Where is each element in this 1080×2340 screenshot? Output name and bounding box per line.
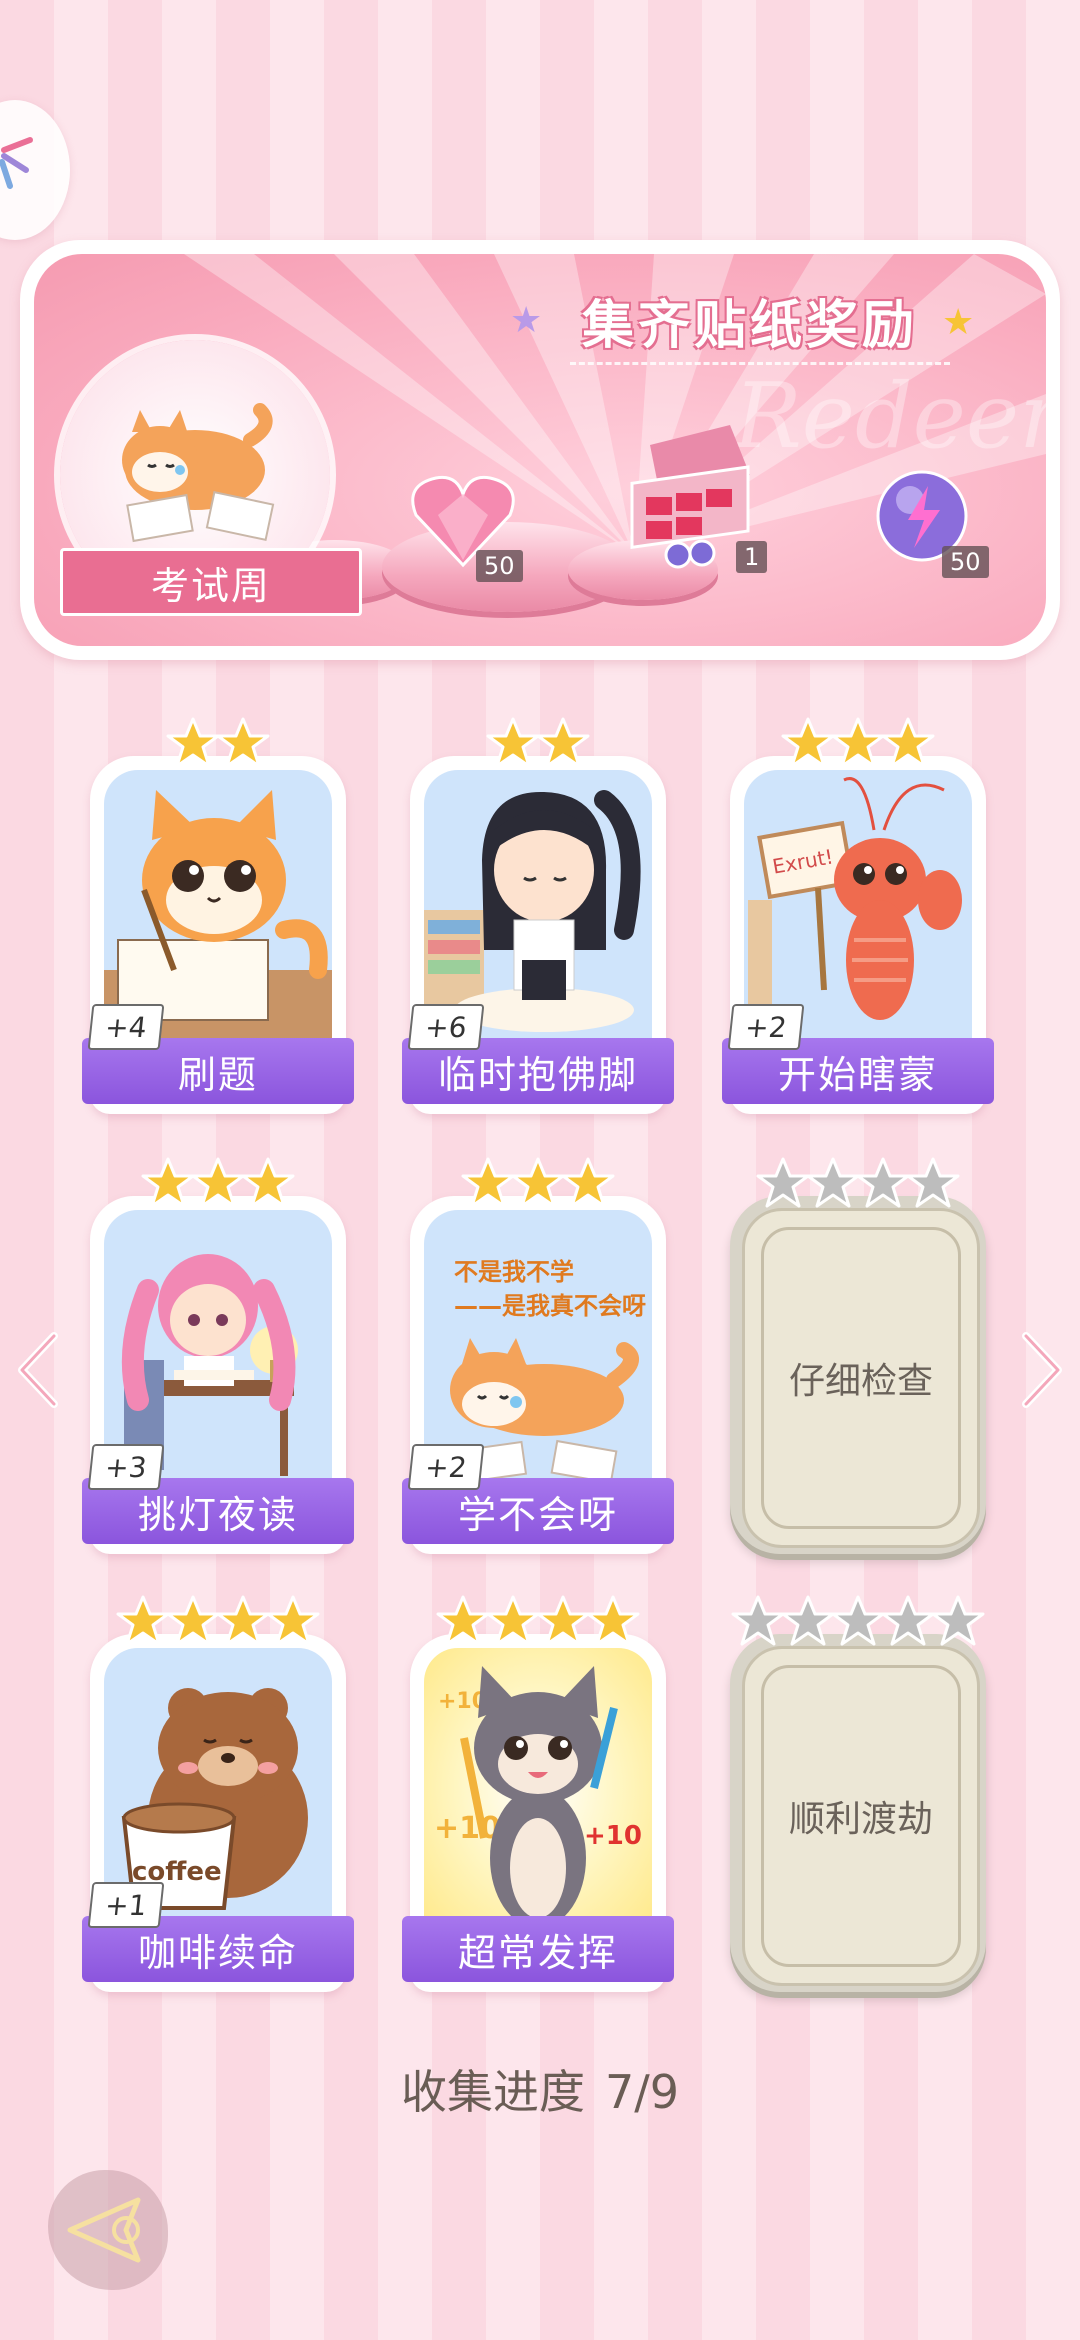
star-icon (241, 1156, 295, 1214)
reward-count: 50 (476, 550, 523, 582)
svg-text:——是我真不会呀: ——是我真不会呀 (454, 1292, 646, 1320)
bonus-badge: +2 (407, 1444, 485, 1490)
star-icon (881, 716, 935, 774)
bonus-badge: +1 (87, 1882, 165, 1928)
svg-text:+10: +10 (434, 1811, 501, 1846)
sticker-card[interactable]: coffee 咖啡续命 +1 (82, 1595, 354, 1992)
star-deco-icon: ★ (942, 302, 975, 343)
star-icon (781, 1594, 835, 1652)
card-art: 顺利渡劫 (742, 1646, 980, 1986)
card-label: 刷题 (177, 1052, 258, 1097)
theme-label-ribbon: 考试周 (60, 548, 362, 616)
bonus-badge: +4 (87, 1004, 165, 1050)
menu-bubble-button[interactable] (0, 100, 70, 240)
bonus-badge: +6 (407, 1004, 485, 1050)
star-icon (166, 1594, 220, 1652)
star-rating (730, 1156, 986, 1214)
star-icon (436, 1594, 490, 1652)
star-icon (486, 1594, 540, 1652)
star-icon (536, 716, 590, 774)
back-arrow-icon (67, 2197, 141, 2263)
star-icon (216, 716, 270, 774)
star-icon (141, 1156, 195, 1214)
star-icon (831, 1594, 885, 1652)
star-icon (831, 716, 885, 774)
star-icon (586, 1594, 640, 1652)
banner-title: 集齐贴纸奖励 (581, 295, 918, 356)
theme-label: 考试周 (150, 563, 271, 608)
star-icon (216, 1594, 270, 1652)
collection-progress: 收集进度 7/9 (0, 2056, 1080, 2122)
locked-card-label: 仔细检查 (788, 1361, 933, 1402)
card-label: 挑灯夜读 (137, 1492, 298, 1537)
progress-label: 收集进度 (400, 2065, 585, 2119)
sticker-card[interactable]: 临时抱佛脚 +6 (402, 717, 674, 1114)
star-icon (806, 1156, 860, 1214)
bonus-badge: +3 (87, 1444, 165, 1490)
star-icon (731, 1594, 785, 1652)
star-icon (266, 1594, 320, 1652)
star-icon (166, 716, 220, 774)
banner-title-box: 集齐贴纸奖励 (540, 280, 960, 360)
star-rating (730, 716, 986, 774)
svg-text:+10: +10 (584, 1821, 642, 1851)
card-label: 咖啡续命 (137, 1930, 298, 1975)
star-icon (931, 1594, 985, 1652)
reward-count: 1 (736, 541, 768, 573)
star-icon (756, 1156, 810, 1214)
reward-count: 50 (942, 546, 989, 578)
next-page-arrow-icon[interactable] (1016, 1330, 1066, 1410)
fan-icon (0, 137, 33, 189)
sticker-card[interactable]: +10 +10 +10 超常发挥 (402, 1595, 674, 1992)
star-icon (906, 1156, 960, 1214)
sticker-card[interactable]: 不是我不学 ——是我真不会呀 学不会呀 +2 (402, 1157, 674, 1554)
card-label-ribbon: 超常发挥 (402, 1916, 674, 1982)
star-icon (881, 1594, 935, 1652)
star-icon (561, 1156, 615, 1214)
banner-watermark: Redeem (734, 364, 1046, 469)
sticker-card[interactable]: 仔细检查 (730, 1157, 986, 1554)
card-label: 超常发挥 (457, 1930, 618, 1975)
sticker-card[interactable]: 挑灯夜读 +3 (82, 1157, 354, 1554)
star-rating (90, 716, 346, 774)
card-label: 临时抱佛脚 (437, 1052, 638, 1097)
card-label: 学不会呀 (457, 1492, 618, 1537)
star-rating (410, 716, 666, 774)
star-rating (410, 1594, 666, 1652)
svg-text:不是我不学: 不是我不学 (454, 1258, 574, 1286)
progress-value: 7/9 (604, 2065, 680, 2119)
card-art: 仔细检查 (742, 1208, 980, 1548)
star-rating (90, 1594, 346, 1652)
sticker-card[interactable]: 顺利渡劫 (730, 1595, 986, 1992)
star-rating (90, 1156, 346, 1214)
sticker-card[interactable]: Exrut! 开始瞎蒙 +2 (722, 717, 994, 1114)
star-rating (410, 1156, 666, 1214)
bonus-badge: +2 (727, 1004, 805, 1050)
star-icon (191, 1156, 245, 1214)
back-button[interactable] (48, 2170, 168, 2290)
star-icon (461, 1156, 515, 1214)
star-rating (730, 1594, 986, 1652)
reward-item-orb[interactable]: 50 (872, 466, 989, 578)
card-art: +10 +10 +10 (424, 1648, 652, 1928)
star-icon (116, 1594, 170, 1652)
sticker-card[interactable]: 刷题 +4 (82, 717, 354, 1114)
star-icon (536, 1594, 590, 1652)
banner-divider (570, 362, 950, 365)
reward-item-gift[interactable]: 1 (620, 425, 768, 579)
reward-item-heart[interactable]: 50 (408, 470, 523, 582)
star-icon (781, 716, 835, 774)
prev-page-arrow-icon[interactable] (14, 1330, 64, 1410)
star-icon (856, 1156, 910, 1214)
star-deco-icon: ★ (510, 300, 543, 341)
card-label: 开始瞎蒙 (777, 1052, 938, 1097)
locked-card-label: 顺利渡劫 (788, 1799, 933, 1840)
star-icon (486, 716, 540, 774)
star-icon (511, 1156, 565, 1214)
